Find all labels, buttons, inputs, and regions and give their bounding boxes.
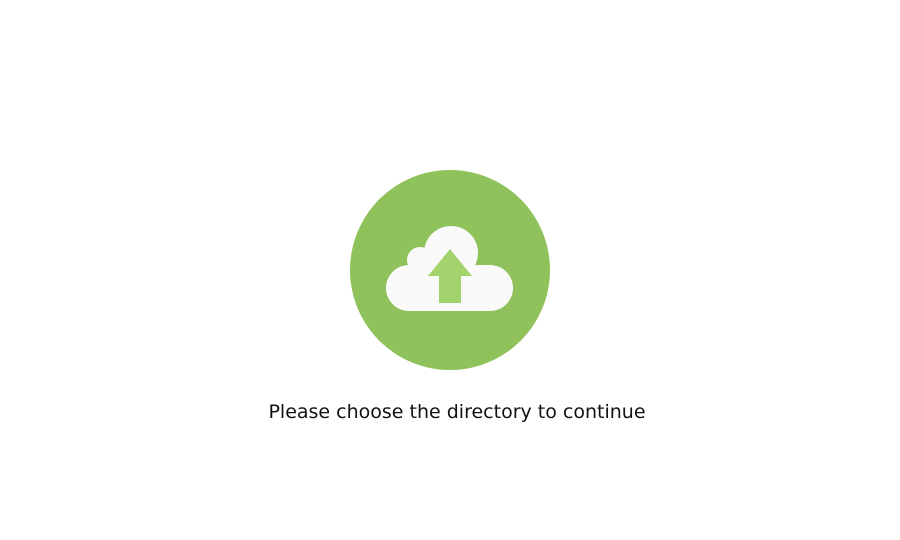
upload-screen: Please choose the directory to continue [0, 0, 900, 540]
cloud-upload-icon [350, 170, 550, 370]
choose-directory-prompt: Please choose the directory to continue [268, 401, 646, 423]
choose-directory-button[interactable] [350, 170, 550, 370]
